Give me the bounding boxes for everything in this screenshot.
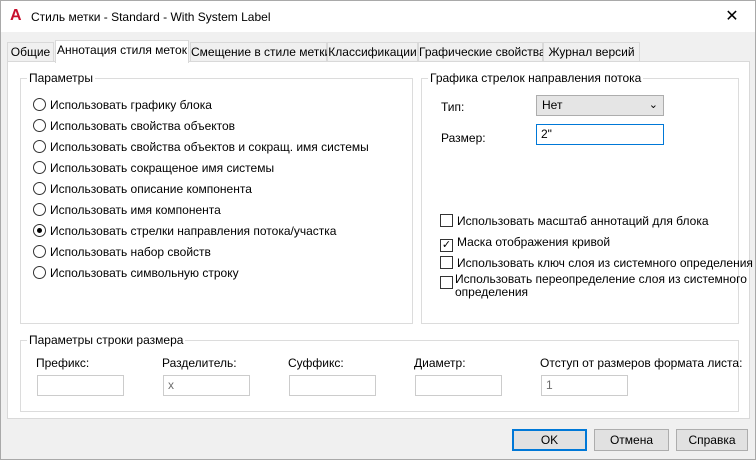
- radio-button[interactable]: [33, 98, 46, 111]
- tab-panel: Параметры Использовать графику блока Исп…: [7, 61, 753, 419]
- checkbox-annotation-scale[interactable]: Использовать масштаб аннотаций для блока: [440, 214, 709, 228]
- cancel-button[interactable]: Отмена: [594, 429, 669, 451]
- autocad-app-icon: A: [10, 7, 22, 24]
- tab-version-history[interactable]: Журнал версий: [543, 42, 640, 61]
- suffix-input[interactable]: [289, 375, 376, 396]
- radio-button[interactable]: [33, 140, 46, 153]
- window-title: Стиль метки - Standard - With System Lab…: [31, 10, 271, 24]
- radio-button[interactable]: [33, 266, 46, 279]
- checkbox[interactable]: [440, 214, 453, 227]
- type-dropdown[interactable]: Нет ⌄: [536, 95, 664, 116]
- diameter-input[interactable]: [415, 375, 502, 396]
- radio-property-set[interactable]: Использовать набор свойств: [33, 244, 211, 260]
- diameter-label: Диаметр:: [414, 356, 466, 370]
- radio-button[interactable]: [33, 203, 46, 216]
- radio-object-props-system[interactable]: Использовать свойства объектов и сокращ.…: [33, 139, 369, 155]
- params-group-title: Параметры: [27, 71, 95, 85]
- prefix-label: Префикс:: [36, 356, 90, 370]
- radio-button[interactable]: [33, 245, 46, 258]
- params-group: Параметры Использовать графику блока Исп…: [20, 71, 413, 324]
- title-bar: A Стиль метки - Standard - With System L…: [1, 1, 755, 32]
- type-dropdown-value: Нет: [542, 98, 563, 112]
- checkbox-layer-key[interactable]: Использовать ключ слоя из системного опр…: [440, 256, 753, 270]
- radio-block-graphics[interactable]: Использовать графику блока: [33, 97, 212, 113]
- checkbox-curve-mask[interactable]: ✓ Маска отображения кривой: [440, 235, 610, 252]
- close-button[interactable]: ✕: [709, 1, 755, 32]
- radio-part-name[interactable]: Использовать имя компонента: [33, 202, 221, 218]
- tab-general[interactable]: Общие: [7, 42, 54, 61]
- sheet-offset-input[interactable]: 1: [541, 375, 628, 396]
- sheet-offset-label: Отступ от размеров формата листа:: [540, 356, 743, 370]
- tab-display-props[interactable]: Графические свойства: [418, 42, 546, 61]
- radio-flow-arrows[interactable]: Использовать стрелки направления потока/…: [33, 223, 336, 239]
- flow-arrow-group-title: Графика стрелок направления потока: [428, 71, 644, 85]
- radio-part-description[interactable]: Использовать описание компонента: [33, 181, 252, 197]
- tab-label-style-annotation[interactable]: Аннотация стиля меток: [55, 40, 189, 63]
- tab-label-offset[interactable]: Смещение в стиле метки: [190, 42, 331, 61]
- checkbox[interactable]: [440, 256, 453, 269]
- ok-button[interactable]: OK: [512, 429, 587, 451]
- radio-text-string[interactable]: Использовать символьную строку: [33, 265, 239, 281]
- checkbox-checked[interactable]: ✓: [440, 239, 453, 252]
- type-label: Тип:: [441, 100, 465, 114]
- dialog-window: A Стиль метки - Standard - With System L…: [0, 0, 756, 460]
- flow-arrow-graphics-group: Графика стрелок направления потока Тип: …: [421, 71, 753, 324]
- suffix-label: Суффикс:: [288, 356, 344, 370]
- radio-button[interactable]: [33, 119, 46, 132]
- chevron-down-icon: ⌄: [648, 99, 658, 111]
- checkbox-layer-override[interactable]: Использовать переопределение слоя из сис…: [440, 273, 747, 299]
- size-string-params-group: Параметры строки размера Префикс: Раздел…: [20, 333, 743, 412]
- size-params-group-title: Параметры строки размера: [27, 333, 186, 347]
- radio-button-selected[interactable]: [33, 224, 46, 237]
- size-label: Размер:: [441, 131, 486, 145]
- checkbox[interactable]: [440, 276, 453, 289]
- separator-input[interactable]: x: [163, 375, 250, 396]
- tab-classifications[interactable]: Классификации: [327, 42, 418, 61]
- radio-short-system-name[interactable]: Использовать сокращеное имя системы: [33, 160, 274, 176]
- radio-object-props[interactable]: Использовать свойства объектов: [33, 118, 235, 134]
- help-button[interactable]: Справка: [676, 429, 748, 451]
- prefix-input[interactable]: [37, 375, 124, 396]
- separator-label: Разделитель:: [162, 356, 237, 370]
- radio-button[interactable]: [33, 161, 46, 174]
- size-input[interactable]: 2": [536, 124, 664, 145]
- radio-button[interactable]: [33, 182, 46, 195]
